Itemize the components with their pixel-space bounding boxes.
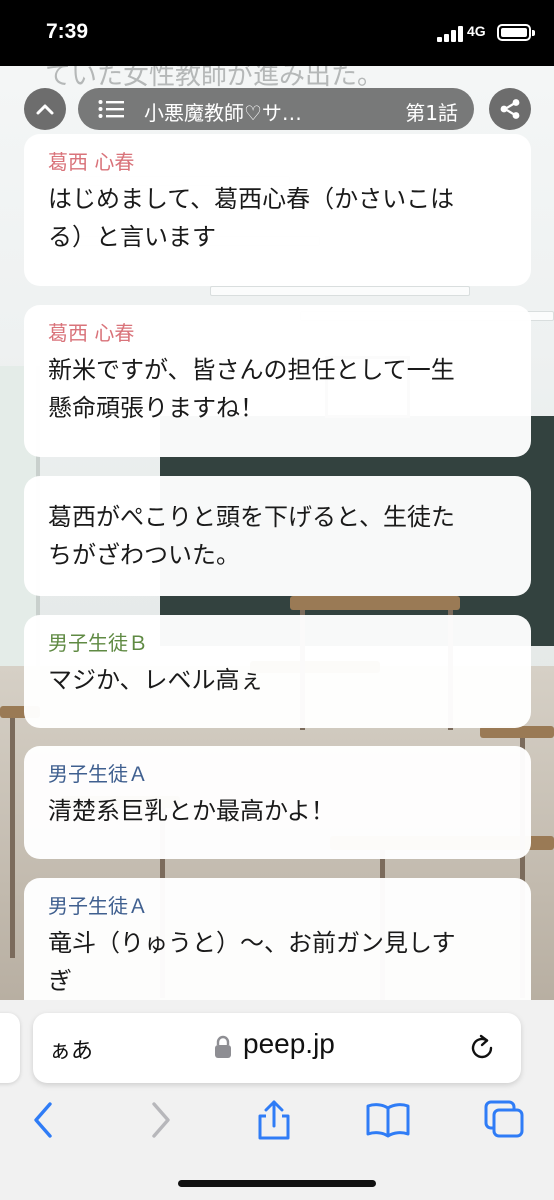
message-line: ちがざわついた。 xyxy=(48,541,240,569)
reload-icon[interactable] xyxy=(467,1033,497,1063)
message-bubble[interactable]: 葛西 心春 はじめまして、葛西心春（かさいこは る）と言います xyxy=(24,134,531,286)
home-indicator xyxy=(178,1180,376,1187)
book-icon[interactable] xyxy=(366,1100,410,1140)
narration-bubble[interactable]: 葛西がぺこりと頭を下げると、生徒た ちがざわついた。 xyxy=(24,476,531,596)
message-bubble[interactable]: 男子生徒Ａ 清楚系巨乳とか最高かよ！ xyxy=(24,746,531,859)
message-line: 新米ですが、皆さんの担任として一生 xyxy=(48,356,455,384)
message-bubble[interactable]: 男子生徒Ａ 竜斗（りゅうと）〜、お前ガン見しす ぎ xyxy=(24,878,531,1018)
message-bubble[interactable]: 葛西 心春 新米ですが、皆さんの担任として一生 懸命頑張りますね！ xyxy=(24,305,531,457)
speaker-name: 葛西 心春 xyxy=(48,150,135,174)
chevron-up-icon xyxy=(36,104,54,115)
status-time: 7:39 xyxy=(46,20,89,43)
network-type: 4G xyxy=(467,23,486,39)
message-line: はじめまして、葛西心春（かさいこは xyxy=(48,185,455,213)
list-icon xyxy=(98,100,124,118)
message-line: マジか、レベル高ぇ xyxy=(48,666,264,694)
tabs-icon[interactable] xyxy=(482,1100,526,1140)
speaker-name: 男子生徒Ａ xyxy=(48,762,148,786)
episode-title-bar[interactable]: 小悪魔教師♡サ… 第1話 xyxy=(78,88,474,130)
speaker-name: 男子生徒Ａ xyxy=(48,894,148,918)
url-field[interactable]: peep.jp xyxy=(243,1028,335,1060)
address-bar[interactable]: ぁあ peep.jp xyxy=(33,1013,521,1083)
lock-icon xyxy=(215,1035,231,1058)
message-bubble[interactable]: 男子生徒Ｂ マジか、レベル高ぇ xyxy=(24,615,531,728)
battery-icon xyxy=(497,24,535,41)
back-chevron-icon[interactable] xyxy=(24,1100,68,1140)
collapse-button[interactable] xyxy=(24,88,66,130)
message-line: 葛西がぺこりと頭を下げると、生徒た xyxy=(48,503,456,531)
episode-label: 第1話 xyxy=(405,101,458,125)
message-line: る）と言います xyxy=(48,223,216,251)
forward-chevron-icon[interactable] xyxy=(138,1100,182,1140)
previous-tab-card[interactable] xyxy=(0,1013,20,1083)
text-size-button[interactable]: ぁあ xyxy=(49,1033,93,1065)
signal-icon xyxy=(437,26,463,42)
share-button[interactable] xyxy=(489,88,531,130)
status-bar: 7:39 4G xyxy=(0,0,554,66)
message-line: 懸命頑張りますね！ xyxy=(48,394,264,422)
share-icon xyxy=(500,99,520,119)
message-line: 竜斗（りゅうと）〜、お前ガン見しす xyxy=(48,929,456,957)
speaker-name: 男子生徒Ｂ xyxy=(48,631,148,655)
story-title: 小悪魔教師♡サ… xyxy=(144,101,302,125)
message-line: ぎ xyxy=(48,967,72,995)
message-line: 清楚系巨乳とか最高かよ！ xyxy=(48,797,335,825)
speaker-name: 葛西 心春 xyxy=(48,321,135,345)
share-box-icon[interactable] xyxy=(252,1100,296,1140)
